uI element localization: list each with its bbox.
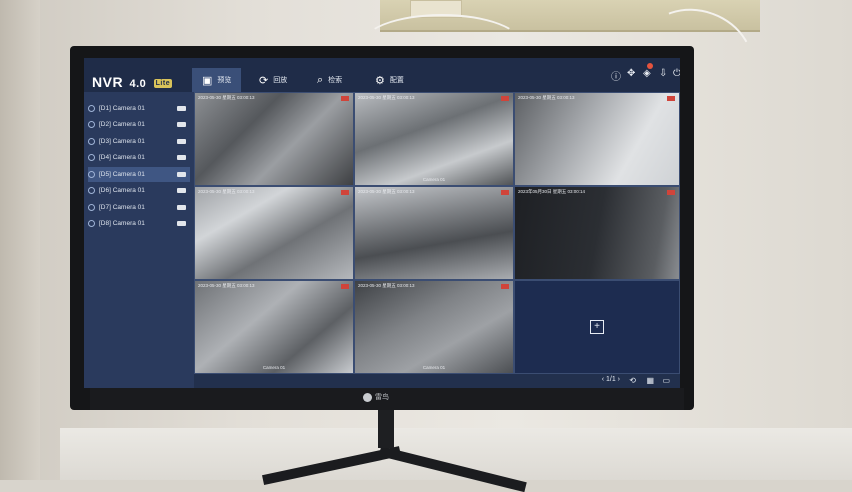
camera-label: [D7] Camera 01 bbox=[99, 204, 145, 211]
camera-item-d3[interactable]: [D3] Camera 01 bbox=[88, 134, 190, 149]
tab-label: 回放 bbox=[273, 77, 288, 84]
camera-label: [D2] Camera 01 bbox=[99, 121, 145, 128]
feed-timestamp: 2023-05-30 星期五 03:00:13 bbox=[198, 189, 255, 194]
camera-tag-icon bbox=[177, 205, 186, 210]
camera-tag-icon bbox=[177, 172, 186, 177]
feed-timestamp: 2023-05-30 星期五 03:00:13 bbox=[198, 283, 255, 288]
camera-label: [D5] Camera 01 bbox=[99, 171, 145, 178]
logo-icon bbox=[363, 392, 372, 402]
monitor-stand bbox=[378, 408, 394, 448]
layout-icon[interactable]: ✥ bbox=[627, 68, 635, 79]
camera-label: [D8] Camera 01 bbox=[99, 220, 145, 227]
monitor-logo: 雷鸟 bbox=[363, 392, 389, 402]
camera-label: [D4] Camera 01 bbox=[99, 154, 145, 161]
bottom-bar: ‹ 1/1 › ⟲ ▦ ▭ bbox=[194, 374, 680, 388]
tab-config[interactable]: ⚙ 配置 bbox=[365, 68, 414, 92]
fullscreen-icon[interactable]: ▭ bbox=[662, 376, 670, 385]
info-icon[interactable]: ⓘ bbox=[611, 68, 621, 83]
camera-tag-icon bbox=[177, 155, 186, 160]
wall-corner bbox=[0, 0, 40, 480]
record-icon bbox=[341, 190, 349, 195]
record-icon bbox=[341, 284, 349, 289]
record-icon bbox=[341, 96, 349, 101]
camera-item-d4[interactable]: [D4] Camera 01 bbox=[88, 150, 190, 165]
video-feed[interactable]: 2023年05月30日 星期五 03:00:14 bbox=[514, 186, 680, 280]
tab-label: 配置 bbox=[389, 77, 404, 84]
record-icon bbox=[501, 284, 509, 289]
video-feed[interactable]: 2023-05-30 星期五 03:00:13 bbox=[194, 186, 354, 280]
top-bar: NVR 4.0 Lite ▣ 预览 ⟳ 回放 ⌕ 检索 ⚙ 配置 ⓘ ✥ ◈ ⇩… bbox=[84, 58, 680, 92]
record-icon bbox=[667, 190, 675, 195]
feed-timestamp: 2023-05-30 星期五 03:00:13 bbox=[198, 95, 255, 100]
video-feed[interactable]: 2023-05-30 星期五 03:00:13 bbox=[194, 92, 354, 186]
camera-status-icon bbox=[88, 121, 95, 128]
brand-name: NVR bbox=[92, 74, 124, 90]
camera-status-icon bbox=[88, 105, 95, 112]
camera-tag-icon bbox=[177, 221, 186, 226]
camera-status-icon bbox=[88, 154, 95, 161]
page-indicator: 1/1 bbox=[605, 376, 616, 383]
video-feed[interactable]: 2023-05-30 星期五 03:00:13 Camera 01 bbox=[354, 92, 514, 186]
feed-timestamp: 2023-05-30 星期五 03:00:13 bbox=[358, 283, 415, 288]
notification-icon[interactable]: ◈ bbox=[643, 68, 651, 79]
camera-item-d1[interactable]: [D1] Camera 01 bbox=[88, 101, 190, 116]
video-feed[interactable]: 2023-05-30 星期五 03:00:13 Camera 01 bbox=[194, 280, 354, 374]
feed-name: Camera 01 bbox=[262, 365, 286, 370]
feed-timestamp: 2023-05-30 星期五 03:00:13 bbox=[358, 189, 415, 194]
camera-item-d5[interactable]: [D5] Camera 01 bbox=[88, 167, 190, 182]
record-icon bbox=[667, 96, 675, 101]
camera-status-icon bbox=[88, 204, 95, 211]
camera-status-icon bbox=[88, 171, 95, 178]
camera-label: [D6] Camera 01 bbox=[99, 187, 145, 194]
tab-preview[interactable]: ▣ 预览 bbox=[192, 68, 242, 92]
grid-layout-icon[interactable]: ▦ bbox=[646, 376, 654, 385]
record-icon bbox=[501, 96, 509, 101]
tab-label: 预览 bbox=[217, 77, 232, 84]
playback-icon: ⟳ bbox=[259, 74, 269, 87]
nvr-screen: NVR 4.0 Lite ▣ 预览 ⟳ 回放 ⌕ 检索 ⚙ 配置 ⓘ ✥ ◈ ⇩… bbox=[84, 58, 680, 388]
feed-name: Camera 01 bbox=[422, 365, 446, 370]
brand-edition: Lite bbox=[153, 78, 173, 88]
camera-item-d6[interactable]: [D6] Camera 01 bbox=[88, 183, 190, 198]
gear-icon: ⚙ bbox=[375, 74, 385, 87]
pager[interactable]: ‹ 1/1 › bbox=[602, 376, 620, 383]
cycle-icon[interactable]: ⟲ bbox=[629, 376, 636, 385]
video-feed[interactable]: 2023-05-30 星期五 03:00:13 Camera 01 bbox=[354, 280, 514, 374]
power-icon[interactable]: ⏻ bbox=[673, 68, 680, 79]
camera-tag-icon bbox=[177, 188, 186, 193]
video-grid: 2023-05-30 星期五 03:00:13 2023-05-30 星期五 0… bbox=[194, 92, 680, 374]
camera-item-d7[interactable]: [D7] Camera 01 bbox=[88, 200, 190, 215]
camera-status-icon bbox=[88, 220, 95, 227]
feed-timestamp: 2023-05-30 星期五 03:00:13 bbox=[518, 95, 575, 100]
tab-search[interactable]: ⌕ 检索 bbox=[307, 68, 352, 92]
camera-status-icon bbox=[88, 187, 95, 194]
feed-timestamp: 2023-05-30 星期五 03:00:13 bbox=[358, 95, 415, 100]
monitor-brand-text: 雷鸟 bbox=[375, 394, 389, 401]
empty-slot[interactable]: + bbox=[514, 280, 680, 374]
tab-label: 检索 bbox=[328, 77, 343, 84]
video-feed[interactable]: 2023-05-30 星期五 03:00:13 bbox=[514, 92, 680, 186]
camera-item-d8[interactable]: [D8] Camera 01 bbox=[88, 216, 190, 231]
notification-badge bbox=[647, 63, 653, 69]
add-camera-button[interactable]: + bbox=[590, 320, 604, 334]
camera-label: [D3] Camera 01 bbox=[99, 138, 145, 145]
camera-tag-icon bbox=[177, 122, 186, 127]
download-icon[interactable]: ⇩ bbox=[659, 68, 667, 79]
camera-item-d2[interactable]: [D2] Camera 01 bbox=[88, 117, 190, 132]
app-brand: NVR 4.0 Lite bbox=[92, 74, 173, 90]
feed-name: Camera 01 bbox=[422, 177, 446, 182]
camera-tag-icon bbox=[177, 139, 186, 144]
search-icon: ⌕ bbox=[317, 73, 324, 86]
record-icon bbox=[501, 190, 509, 195]
camera-list: [D1] Camera 01 [D2] Camera 01 [D3] Camer… bbox=[84, 92, 194, 388]
video-feed[interactable]: 2023-05-30 星期五 03:00:13 bbox=[354, 186, 514, 280]
brand-version: 4.0 bbox=[129, 78, 147, 90]
camera-label: [D1] Camera 01 bbox=[99, 105, 145, 112]
camera-icon: ▣ bbox=[202, 74, 213, 87]
feed-timestamp: 2023年05月30日 星期五 03:00:14 bbox=[518, 189, 586, 194]
tab-playback[interactable]: ⟳ 回放 bbox=[249, 68, 297, 92]
camera-tag-icon bbox=[177, 106, 186, 111]
camera-status-icon bbox=[88, 138, 95, 145]
